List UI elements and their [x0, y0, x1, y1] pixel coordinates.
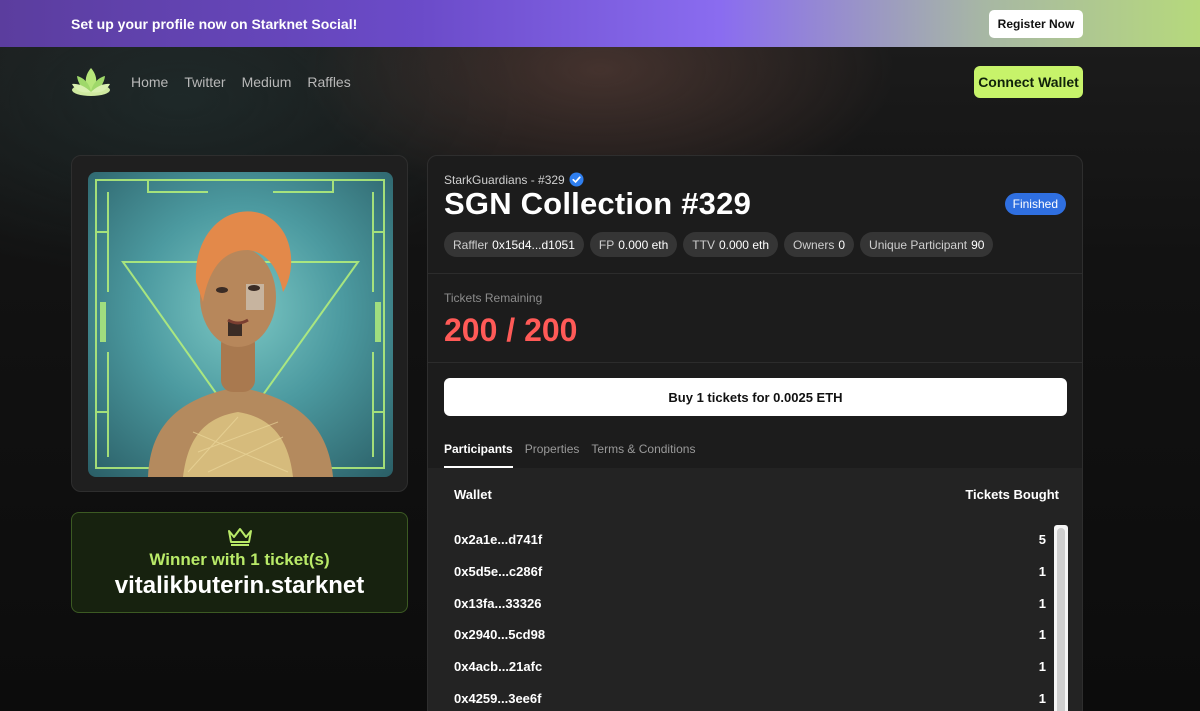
tickets-count: 1	[1038, 627, 1046, 643]
ttv-chip: TTV 0.000 eth	[683, 232, 778, 257]
divider	[428, 273, 1082, 274]
scrollbar-thumb[interactable]	[1057, 528, 1065, 711]
tickets-count: 5	[1038, 532, 1046, 548]
chip-value: 0.000 eth	[618, 237, 669, 252]
raffler-chip[interactable]: Raffler 0x15d4...d1051	[444, 232, 584, 257]
table-row: 0x2940...5cd98 1	[454, 619, 1046, 651]
tickets-count: 1	[1038, 564, 1046, 580]
divider	[428, 362, 1082, 363]
status-badge: Finished	[1004, 193, 1066, 215]
navbar: Home Twitter Medium Raffles Connect Wall…	[71, 64, 1083, 100]
register-now-button[interactable]: Register Now	[989, 9, 1083, 38]
owners-chip: Owners 0	[784, 232, 855, 257]
participants-table: Wallet Tickets Bought 0x2a1e...d741f 5 0x…	[428, 468, 1082, 711]
connect-wallet-button[interactable]: Connect Wallet	[974, 66, 1083, 98]
buy-tickets-button[interactable]: Buy 1 tickets for 0.0025 ETH	[444, 378, 1067, 416]
tickets-count: 1	[1038, 595, 1046, 611]
tickets-count: 1	[1038, 690, 1046, 706]
chip-value: 0.000 eth	[718, 237, 769, 252]
table-row: 0x4259...3ee6f 1	[454, 682, 1046, 711]
tab-terms-conditions[interactable]: Terms & Conditions	[591, 442, 695, 468]
lotus-logo-icon[interactable]	[71, 64, 111, 100]
chip-label: TTV	[692, 237, 715, 252]
table-row: 0x4acb...21afc 1	[454, 651, 1046, 683]
tab-bar: Participants Properties Terms & Conditio…	[444, 442, 707, 468]
chip-label: Raffler	[453, 237, 489, 252]
tickets-remaining-label: Tickets Remaining	[444, 291, 543, 305]
wallet-address[interactable]: 0x5d5e...c286f	[454, 564, 542, 579]
verified-check-icon	[569, 172, 584, 187]
nft-artwork	[95, 179, 385, 477]
floor-price-chip: FP 0.000 eth	[589, 232, 678, 257]
tab-properties[interactable]: Properties	[525, 442, 580, 468]
wallet-address[interactable]: 0x13fa...33326	[454, 596, 541, 611]
stats-chips: Raffler 0x15d4...d1051 FP 0.000 eth TTV 0.0…	[444, 232, 994, 257]
tickets-count: 1	[1038, 659, 1046, 675]
winner-card: Winner with 1 ticket(s) vitalikbuterin.s…	[71, 512, 408, 613]
crown-icon	[227, 528, 252, 546]
winner-name: vitalikbuterin.starknet	[114, 572, 365, 599]
collection-line: StarkGuardians - #329	[444, 172, 584, 187]
winner-label: Winner with 1 ticket(s)	[149, 550, 330, 569]
nft-image	[88, 172, 393, 477]
promo-banner-text: Set up your profile now on Starknet Soci…	[71, 15, 358, 32]
table-row: 0x5d5e...c286f 1	[454, 556, 1046, 588]
table-row: 0x13fa...33326 1	[454, 587, 1046, 619]
nft-image-card	[71, 155, 408, 492]
nav-twitter-link[interactable]: Twitter	[184, 74, 225, 90]
chip-label: Unique Participant	[869, 237, 968, 252]
chip-label: Owners	[793, 237, 835, 252]
unique-participant-chip: Unique Participant 90	[860, 232, 994, 257]
nav-raffles-link[interactable]: Raffles	[307, 74, 350, 90]
wallet-address[interactable]: 0x4acb...21afc	[454, 659, 542, 674]
table-row: 0x2a1e...d741f 5	[454, 524, 1046, 556]
table-scrollbar[interactable]	[1054, 525, 1068, 711]
page-title: SGN Collection #329	[444, 186, 752, 221]
chip-value: 90	[971, 237, 985, 252]
chip-value: 0	[838, 237, 846, 252]
wallet-address[interactable]: 0x2940...5cd98	[454, 627, 545, 642]
chip-label: FP	[598, 237, 615, 252]
column-header-tickets-bought: Tickets Bought	[965, 487, 1059, 502]
column-header-wallet: Wallet	[454, 487, 492, 502]
nav-home-link[interactable]: Home	[131, 74, 168, 90]
wallet-address[interactable]: 0x2a1e...d741f	[454, 532, 542, 547]
collection-name[interactable]: StarkGuardians - #329	[444, 173, 565, 187]
raffle-details-panel: StarkGuardians - #329 SGN Collection #32…	[427, 155, 1083, 711]
tab-participants[interactable]: Participants	[444, 442, 513, 468]
promo-banner: Set up your profile now on Starknet Soci…	[0, 0, 1200, 47]
wallet-address[interactable]: 0x4259...3ee6f	[454, 691, 541, 706]
nav-medium-link[interactable]: Medium	[242, 74, 292, 90]
participants-rows: 0x2a1e...d741f 5 0x5d5e...c286f 1 0x13fa..…	[454, 524, 1046, 711]
tickets-remaining-value: 200 / 200	[444, 312, 578, 348]
chip-value: 0x15d4...d1051	[492, 237, 575, 252]
